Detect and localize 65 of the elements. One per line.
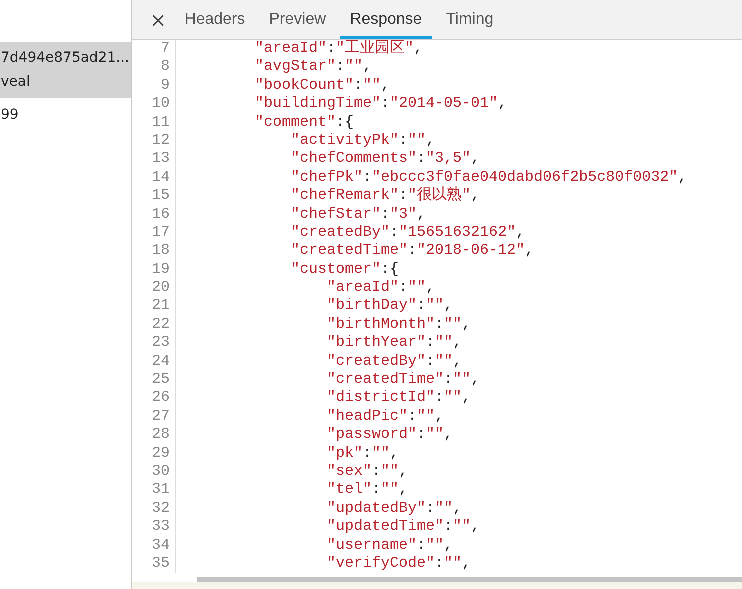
request-row[interactable]: 7d494e875ad21... veal — [0, 42, 131, 98]
code-line: "verifyCode":"", — [327, 554, 472, 572]
line-number: 26 — [152, 389, 170, 406]
line-number: 22 — [152, 316, 170, 333]
line-number: 33 — [152, 518, 170, 536]
tab[interactable]: Timing — [436, 0, 504, 39]
code-line: "createdBy":"", — [327, 352, 462, 370]
line-number: 28 — [152, 426, 170, 444]
code-line: "updatedTime":"", — [327, 518, 480, 536]
request-row[interactable]: 99 — [0, 98, 131, 133]
line-number: 11 — [152, 114, 170, 131]
line-number: 20 — [152, 279, 170, 296]
line-number: 14 — [152, 168, 170, 186]
line-number: 29 — [152, 444, 170, 462]
code-line: "bookCount":"", — [255, 76, 390, 94]
code-line: "activityPk":"", — [291, 132, 436, 149]
line-number: 12 — [152, 132, 170, 149]
code-line: "pk":"", — [327, 444, 400, 462]
code-line: "tel":"", — [327, 481, 408, 498]
code-line: "districtId":"", — [327, 389, 472, 406]
code-line: "password":"", — [327, 426, 454, 444]
code-line: "birthMonth":"", — [327, 316, 472, 333]
line-number: 35 — [152, 554, 170, 572]
code-line: "chefStar":"3", — [291, 206, 426, 223]
line-number: 16 — [152, 206, 170, 223]
code-line: "comment":{ — [255, 114, 354, 131]
tab[interactable]: Preview — [259, 0, 336, 39]
line-number: 7 — [160, 40, 170, 57]
line-number: 18 — [152, 242, 170, 260]
line-number: 8 — [160, 58, 170, 76]
code-line: "chefPk":"ebccc3f0fae040dabd06f2b5c80f0032", — [291, 168, 688, 186]
code-line: "username":"", — [327, 536, 454, 554]
code-line: "chefRemark":"很以熟", — [291, 187, 480, 204]
code-line: "birthDay":"", — [327, 297, 454, 314]
line-number: 27 — [152, 408, 170, 425]
code-line: "chefComments":"3,5", — [291, 150, 480, 168]
line-number: 15 — [152, 187, 170, 204]
line-number: 32 — [152, 500, 170, 517]
line-number: 13 — [152, 150, 170, 168]
code-line: "createdBy":"15651632162", — [291, 224, 526, 241]
line-number: 9 — [160, 76, 170, 94]
code-line: "buildingTime":"2014-05-01", — [255, 95, 508, 112]
code-line: "updatedBy":"", — [327, 500, 462, 517]
line-number: 19 — [152, 260, 170, 278]
line-number: 10 — [152, 95, 170, 112]
code-line: "areaId":"", — [327, 279, 436, 296]
line-number: 23 — [152, 334, 170, 352]
code-line: "areaId":"工业园区", — [255, 40, 424, 57]
line-number: 17 — [152, 224, 170, 241]
code-line: "createdTime":"", — [327, 371, 480, 388]
code-line: "customer":{ — [291, 260, 400, 278]
code-line: "avgStar":"", — [255, 58, 372, 76]
horizontal-scrollbar[interactable] — [197, 577, 742, 582]
close-button[interactable]: × — [142, 0, 175, 39]
line-number: 31 — [152, 481, 170, 498]
code-line: "headPic":"", — [327, 408, 444, 425]
tab[interactable]: Headers — [174, 0, 256, 39]
line-number: 24 — [152, 352, 170, 370]
line-number: 25 — [152, 371, 170, 388]
code-line: "createdTime":"2018-06-12", — [291, 242, 534, 260]
code-line: "sex":"", — [327, 462, 408, 480]
line-number: 30 — [152, 462, 170, 480]
line-number: 34 — [152, 536, 170, 554]
line-number: 21 — [152, 297, 170, 314]
code-line: "birthYear":"", — [327, 334, 462, 352]
